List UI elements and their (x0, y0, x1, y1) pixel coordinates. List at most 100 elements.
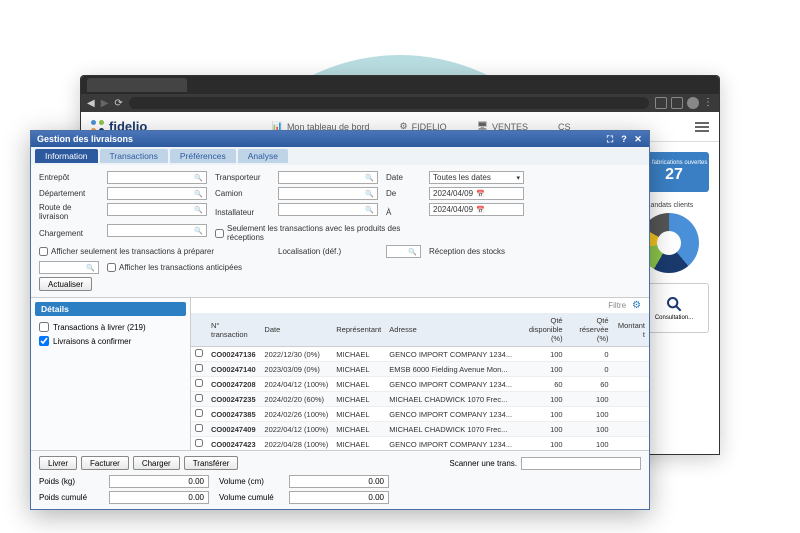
chk-receptions[interactable]: Seulement les transactions avec les prod… (215, 224, 421, 242)
label-poids-cum: Poids cumulé (39, 493, 99, 502)
row-checkbox[interactable] (195, 364, 203, 372)
label-a: À (386, 208, 421, 217)
label-date: Date (386, 173, 421, 182)
side-item-livraisons[interactable]: Livraisons à confirmer (35, 334, 186, 348)
chk-anticipees[interactable]: Afficher les transactions anticipées (107, 261, 378, 274)
row-checkbox[interactable] (195, 424, 203, 432)
side-header: Détails (35, 302, 186, 316)
label-reception: Réception des stocks (429, 247, 524, 256)
table-row[interactable]: CO002474232022/04/28 (100%)MICHAELGENCO … (191, 437, 649, 451)
table-panel: Filtre ⚙ N° transactionDateReprésentantA… (191, 298, 649, 450)
hamburger-icon[interactable] (695, 122, 709, 132)
dialog-tabs: Information Transactions Préférences Ana… (31, 147, 649, 165)
expand-icon[interactable]: ⛶ (605, 134, 615, 144)
label-entrepot: Entrepôt (39, 173, 99, 182)
val-poids-cum: 0.00 (109, 491, 209, 504)
btn-livrer[interactable]: Livrer (39, 456, 77, 470)
search-icon (666, 296, 682, 312)
input-date-to[interactable]: 2024/04/09 (429, 203, 524, 216)
chk-preparer[interactable]: Afficher seulement les transactions à pr… (39, 245, 270, 258)
profile-icon[interactable] (687, 97, 699, 109)
btn-facturer[interactable]: Facturer (81, 456, 129, 470)
row-checkbox[interactable] (195, 379, 203, 387)
row-checkbox[interactable] (195, 349, 203, 357)
tab-preferences[interactable]: Préférences (170, 149, 236, 163)
label-poids: Poids (kg) (39, 477, 99, 486)
tab-analyse[interactable]: Analyse (238, 149, 288, 163)
table-row[interactable]: CO002474092022/04/12 (100%)MICHAELMICHAE… (191, 422, 649, 437)
browser-tabstrip (81, 76, 719, 94)
stat-value: 27 (665, 166, 683, 184)
table-row[interactable]: CO002472082024/04/12 (100%)MICHAELGENCO … (191, 377, 649, 392)
table-row[interactable]: CO002472352024/02/20 (60%)MICHAELMICHAEL… (191, 392, 649, 407)
close-icon[interactable]: ✕ (633, 134, 643, 144)
dialog-footer: Livrer Facturer Charger Transférer Scann… (31, 450, 649, 509)
val-volume-cum: 0.00 (289, 491, 389, 504)
gear-icon[interactable]: ⚙ (632, 300, 641, 311)
table-row[interactable]: CO002471402023/03/09 (0%)MICHAELEMSB 600… (191, 362, 649, 377)
col-header[interactable]: Montant t (613, 313, 649, 347)
input-scanner[interactable] (521, 457, 641, 470)
side-panel: Détails Transactions à livrer (219) Livr… (31, 298, 191, 450)
btn-actualiser[interactable]: Actualiser (39, 277, 92, 291)
table-row[interactable]: CO002473852024/02/26 (100%)MICHAELGENCO … (191, 407, 649, 422)
browser-toolbar: ◀ ▶ ⟳ ⋮ (81, 94, 719, 112)
col-header[interactable]: N° transaction (207, 313, 260, 347)
row-checkbox[interactable] (195, 439, 203, 447)
input-camion[interactable] (278, 187, 378, 200)
col-header[interactable] (191, 313, 207, 347)
transactions-table: N° transactionDateReprésentantAdresseQté… (191, 313, 649, 450)
back-icon[interactable]: ◀ (87, 98, 95, 109)
label-departement: Département (39, 189, 99, 198)
label-route: Route de livraison (39, 203, 99, 221)
row-checkbox[interactable] (195, 409, 203, 417)
col-header[interactable]: Adresse (385, 313, 516, 347)
refresh-icon[interactable]: ⟳ (114, 98, 122, 109)
input-departement[interactable] (107, 187, 207, 200)
label-scanner: Scanner une trans. (449, 459, 517, 468)
side-item-transactions[interactable]: Transactions à livrer (219) (35, 320, 186, 334)
label-de: De (386, 189, 421, 198)
extension-icon[interactable] (671, 97, 683, 109)
delivery-management-dialog: Gestion des livraisons ⛶ ? ✕ Information… (30, 130, 650, 510)
label-camion: Camion (215, 189, 270, 198)
select-date-range[interactable]: Toutes les dates (429, 171, 524, 184)
table-row[interactable]: CO002471362022/12/30 (0%)MICHAELGENCO IM… (191, 347, 649, 362)
input-installateur[interactable] (278, 203, 378, 216)
filter-label: Filtre (608, 301, 626, 310)
menu-icon[interactable]: ⋮ (703, 97, 713, 109)
url-bar[interactable] (129, 97, 649, 109)
label-volume-cum: Volume cumulé (219, 493, 279, 502)
label-chargement: Chargement (39, 229, 99, 238)
input-reception[interactable] (39, 261, 99, 274)
forward-icon[interactable]: ▶ (101, 98, 109, 109)
btn-transferer[interactable]: Transférer (184, 456, 239, 470)
input-chargement[interactable] (107, 224, 207, 237)
dialog-title: Gestion des livraisons (37, 134, 133, 144)
input-route[interactable] (107, 203, 207, 216)
col-header[interactable]: Représentant (332, 313, 385, 347)
label-volume: Volume (cm) (219, 477, 279, 486)
col-header[interactable]: Date (260, 313, 332, 347)
tab-transactions[interactable]: Transactions (100, 149, 168, 163)
input-localisation[interactable] (386, 245, 421, 258)
col-header[interactable]: Qté disponible (%) (516, 313, 567, 347)
val-poids: 0.00 (109, 475, 209, 488)
input-transporteur[interactable] (278, 171, 378, 184)
label-installateur: Installateur (215, 208, 270, 217)
dialog-titlebar[interactable]: Gestion des livraisons ⛶ ? ✕ (31, 131, 649, 147)
search-label: Consultation... (655, 315, 693, 321)
btn-charger[interactable]: Charger (133, 456, 180, 470)
label-localisation: Localisation (déf.) (278, 247, 378, 256)
label-transporteur: Transporteur (215, 173, 270, 182)
row-checkbox[interactable] (195, 394, 203, 402)
tab-information[interactable]: Information (35, 149, 98, 163)
input-date-from[interactable]: 2024/04/09 (429, 187, 524, 200)
help-icon[interactable]: ? (619, 134, 629, 144)
browser-tab[interactable] (87, 78, 187, 92)
input-entrepot[interactable] (107, 171, 207, 184)
val-volume: 0.00 (289, 475, 389, 488)
filter-panel: Entrepôt Transporteur Date Toutes les da… (31, 165, 649, 298)
col-header[interactable]: Qté réservée (%) (567, 313, 613, 347)
extension-icon[interactable] (655, 97, 667, 109)
